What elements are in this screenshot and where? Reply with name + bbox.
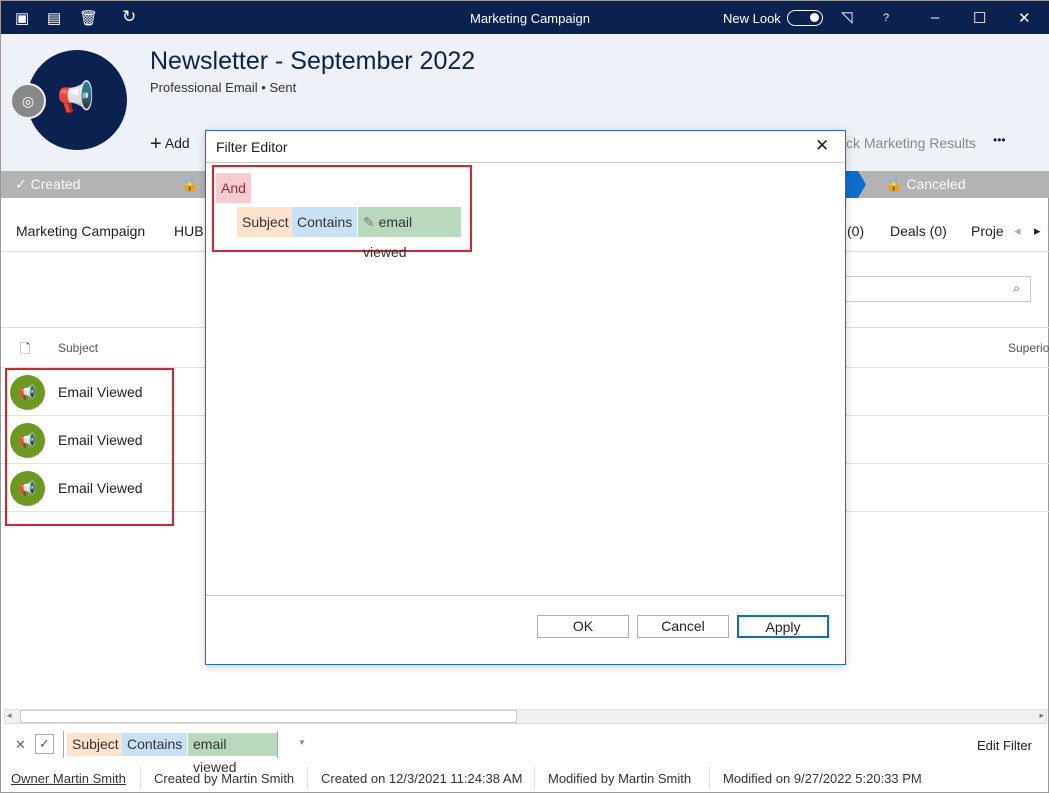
dialog-close-button[interactable]: ✕: [815, 136, 829, 156]
created-by: Created by Martin Smith: [154, 771, 295, 786]
modified-by: Modified by Martin Smith: [548, 771, 692, 786]
title-bar: ▣ ▤ 🗑 ↻ Marketing Campaign New Look ◹ ? …: [1, 1, 1049, 34]
close-button[interactable]: ✕: [1018, 9, 1031, 27]
filter-dropdown-icon[interactable]: ▼: [298, 738, 306, 747]
stage-canceled[interactable]: 🔒 Canceled: [885, 176, 965, 193]
maximize-button[interactable]: ☐: [973, 9, 986, 27]
megaphone-icon: 📢: [57, 81, 95, 114]
minimize-button[interactable]: –: [931, 9, 939, 26]
delete-icon[interactable]: 🗑: [79, 9, 98, 27]
save-close-icon[interactable]: ▣: [15, 9, 29, 27]
edit-filter-button[interactable]: Edit Filter: [977, 738, 1032, 753]
filter-field-chip[interactable]: Subject: [67, 733, 124, 756]
tabs-left-arrow[interactable]: ◂: [1014, 223, 1021, 239]
filter-editor-dialog: Filter Editor ✕ And Subject Contains ✎ e…: [205, 130, 846, 665]
new-look-toggle[interactable]: [787, 10, 823, 26]
layout-icon[interactable]: ◹: [841, 8, 853, 26]
marketing-results-button[interactable]: ck Marketing Results: [846, 135, 976, 151]
clear-filter-icon[interactable]: ✕: [15, 737, 26, 753]
highlight-box: [5, 368, 174, 526]
search-icon: ⌕: [1013, 281, 1020, 295]
new-look-label: New Look: [723, 11, 781, 26]
filter-summary[interactable]: Subject Contains email viewed: [63, 731, 278, 775]
enable-filter-checkbox[interactable]: ✓: [35, 734, 54, 754]
tab-count[interactable]: (0): [847, 223, 864, 239]
owner-link[interactable]: Owner Martin Smith: [11, 771, 126, 786]
operator-chip[interactable]: Contains: [292, 207, 358, 237]
search-input[interactable]: ⌕: [841, 276, 1031, 302]
scrollbar-thumb[interactable]: [20, 710, 517, 723]
subtitle: Professional Email • Sent: [150, 80, 297, 95]
stage-active[interactable]: [846, 171, 866, 198]
more-button[interactable]: •••: [993, 133, 1006, 147]
filter-operator-chip[interactable]: Contains: [122, 733, 188, 756]
modified-on: Modified on 9/27/2022 5:20:33 PM: [723, 771, 922, 786]
group-operator-chip[interactable]: And: [216, 173, 251, 203]
apply-button[interactable]: Apply: [737, 615, 829, 638]
field-chip[interactable]: Subject: [237, 207, 294, 237]
tab-hub[interactable]: HUB: [174, 223, 204, 239]
tab-marketing-campaign[interactable]: Marketing Campaign: [16, 223, 145, 239]
horizontal-scrollbar[interactable]: ◂ ▸: [4, 709, 1047, 724]
window-title: Marketing Campaign: [470, 11, 590, 26]
stage-created[interactable]: ✓ Created: [15, 176, 80, 193]
cancel-button[interactable]: Cancel: [637, 615, 729, 638]
refresh-icon[interactable]: ↻: [122, 7, 136, 27]
dialog-title: Filter Editor: [216, 139, 288, 155]
tabs-right-arrow[interactable]: ▸: [1034, 223, 1041, 239]
plus-icon: +: [150, 133, 162, 155]
scroll-right-arrow[interactable]: ▸: [1039, 710, 1044, 721]
scroll-left-arrow[interactable]: ◂: [7, 710, 12, 721]
save-icon[interactable]: ▤: [47, 9, 61, 27]
help-button[interactable]: ?: [883, 12, 889, 24]
column-header-subject[interactable]: Subject: [58, 341, 98, 355]
lock-icon: 🔒: [181, 176, 199, 192]
status-text: Sent: [269, 80, 297, 95]
value-chip[interactable]: ✎ email viewed: [358, 207, 461, 260]
ok-button[interactable]: OK: [537, 615, 629, 638]
page-title: Newsletter - September 2022: [150, 47, 476, 75]
document-icon: 🗋: [20, 341, 31, 356]
filter-value-chip[interactable]: email viewed: [188, 733, 277, 775]
tab-deals[interactable]: Deals (0): [890, 223, 947, 239]
column-header-superior[interactable]: Superio: [1008, 341, 1049, 355]
tab-projects[interactable]: Proje: [971, 223, 1004, 239]
camera-icon[interactable]: ◎: [10, 83, 46, 119]
created-on: Created on 12/3/2021 11:24:38 AM: [321, 771, 523, 786]
add-button[interactable]: + Add: [150, 133, 190, 156]
pencil-icon: ✎: [363, 214, 375, 230]
